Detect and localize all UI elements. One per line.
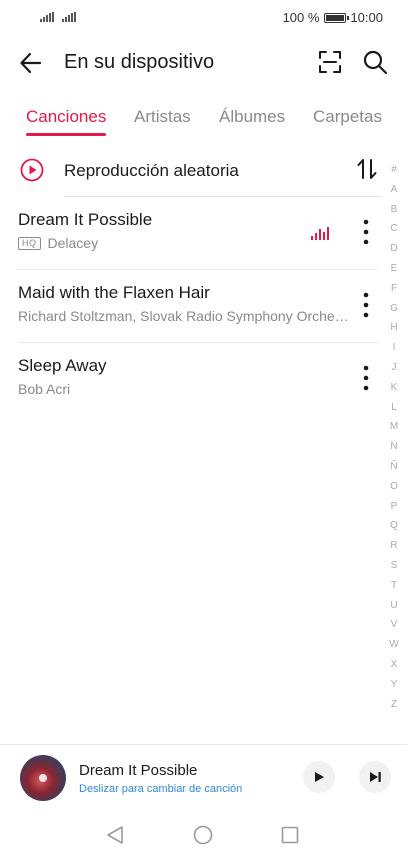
alpha-index-letter[interactable]: V (386, 615, 402, 635)
system-nav-bar (0, 810, 407, 860)
alpha-index-letter[interactable]: I (386, 338, 402, 358)
song-title: Maid with the Flaxen Hair (18, 283, 210, 302)
song-subtitle: Richard Stoltzman, Slovak Radio Symphony… (18, 308, 349, 324)
alpha-index-letter[interactable]: Y (386, 675, 402, 695)
alpha-index-letter[interactable]: B (386, 200, 402, 220)
alpha-index-letter[interactable]: U (386, 596, 402, 616)
status-bar: 100 % 10:00 (0, 0, 407, 36)
tab-artistas[interactable]: Artistas (134, 107, 191, 127)
play-button[interactable] (303, 761, 335, 793)
mini-player-title: Dream It Possible (79, 762, 198, 779)
alpha-index-letter[interactable]: S (386, 556, 402, 576)
alpha-index-letter[interactable]: L (386, 398, 402, 418)
alpha-index-letter[interactable]: C (386, 219, 402, 239)
search-icon[interactable] (362, 49, 388, 75)
divider (18, 342, 378, 343)
tab-albumes[interactable]: Álbumes (219, 107, 285, 127)
alpha-index-letter[interactable]: E (386, 259, 402, 279)
tab-bar: Canciones Artistas Álbumes Carpetas (0, 104, 407, 140)
more-options-icon[interactable] (356, 291, 376, 319)
sort-icon[interactable] (354, 156, 380, 182)
battery-icon (324, 12, 350, 23)
song-row[interactable]: Sleep Away Bob Acri (0, 344, 390, 416)
song-title: Sleep Away (18, 356, 107, 375)
alpha-index-letter[interactable]: O (386, 477, 402, 497)
battery-percent: 100 % (282, 10, 320, 25)
song-artist: Delacey (47, 235, 99, 251)
app-header: En su dispositivo (0, 40, 407, 86)
hq-badge: HQ (18, 236, 41, 250)
alpha-index-letter[interactable]: N (386, 437, 402, 457)
clock: 10:00 (350, 10, 383, 25)
alpha-index-letter[interactable]: # (386, 160, 402, 180)
tab-canciones[interactable]: Canciones (26, 107, 106, 127)
song-subtitle: Bob Acri (18, 381, 70, 397)
alpha-index-letter[interactable]: Z (386, 695, 402, 715)
shuffle-label: Reproducción aleatoria (64, 161, 239, 180)
arrow-left-icon[interactable] (18, 50, 44, 76)
alpha-index-letter[interactable]: K (386, 378, 402, 398)
play-icon (315, 772, 324, 782)
alpha-index-letter[interactable]: H (386, 318, 402, 338)
alpha-index-letter[interactable]: D (386, 239, 402, 259)
active-tab-indicator (26, 133, 106, 136)
alpha-index-letter[interactable]: F (386, 279, 402, 299)
song-artist: Richard Stoltzman, Slovak Radio Symphony… (18, 308, 349, 324)
alpha-index-letter[interactable]: G (386, 299, 402, 319)
skip-next-icon (369, 772, 381, 782)
status-right: 100 % 10:00 (283, 10, 383, 25)
music-app-screen: 100 % 10:00 En su dispositivo Canciones … (0, 0, 407, 860)
alpha-index-letter[interactable]: A (386, 180, 402, 200)
song-subtitle: HQ Delacey (18, 235, 98, 251)
nav-home-icon[interactable] (193, 825, 213, 845)
song-title: Dream It Possible (18, 210, 153, 229)
more-options-icon[interactable] (356, 364, 376, 392)
song-artist: Bob Acri (18, 381, 71, 397)
song-row[interactable]: Dream It Possible HQ Delacey (0, 198, 390, 270)
alpha-index-letter[interactable]: M (386, 417, 402, 437)
alpha-index-letter[interactable]: Ñ (386, 457, 402, 477)
signal-icon (40, 12, 54, 22)
nav-recents-icon[interactable] (281, 826, 299, 844)
tab-carpetas[interactable]: Carpetas (313, 107, 382, 127)
nav-back-icon[interactable] (106, 825, 124, 845)
scan-icon[interactable] (318, 50, 342, 74)
next-track-button[interactable] (359, 761, 391, 793)
now-playing-equalizer-icon (311, 227, 329, 240)
signal-icon (62, 12, 76, 22)
alpha-index-letter[interactable]: W (386, 635, 402, 655)
alpha-index-letter[interactable]: R (386, 536, 402, 556)
alpha-index-letter[interactable]: J (386, 358, 402, 378)
song-row[interactable]: Maid with the Flaxen Hair Richard Stoltz… (0, 271, 390, 343)
more-options-icon[interactable] (356, 218, 376, 246)
alpha-index-letter[interactable]: X (386, 655, 402, 675)
play-circle-icon (20, 158, 44, 182)
alpha-index-letter[interactable]: T (386, 576, 402, 596)
page-title: En su dispositivo (64, 51, 215, 73)
album-art[interactable] (20, 755, 66, 801)
mini-player-hint: Deslizar para cambiar de canción (79, 783, 243, 795)
alpha-index-letter[interactable]: Q (386, 516, 402, 536)
mini-player[interactable]: Dream It Possible Deslizar para cambiar … (0, 744, 407, 810)
shuffle-play-row[interactable]: Reproducción aleatoria (0, 150, 390, 192)
album-art-center (39, 774, 47, 782)
alpha-index-letter[interactable]: P (386, 497, 402, 517)
divider (18, 269, 378, 270)
alphabet-index[interactable]: # A B C D E F G H I J K L M N Ñ O P Q R S T U V W X Y Z (386, 160, 402, 714)
divider (64, 196, 382, 197)
